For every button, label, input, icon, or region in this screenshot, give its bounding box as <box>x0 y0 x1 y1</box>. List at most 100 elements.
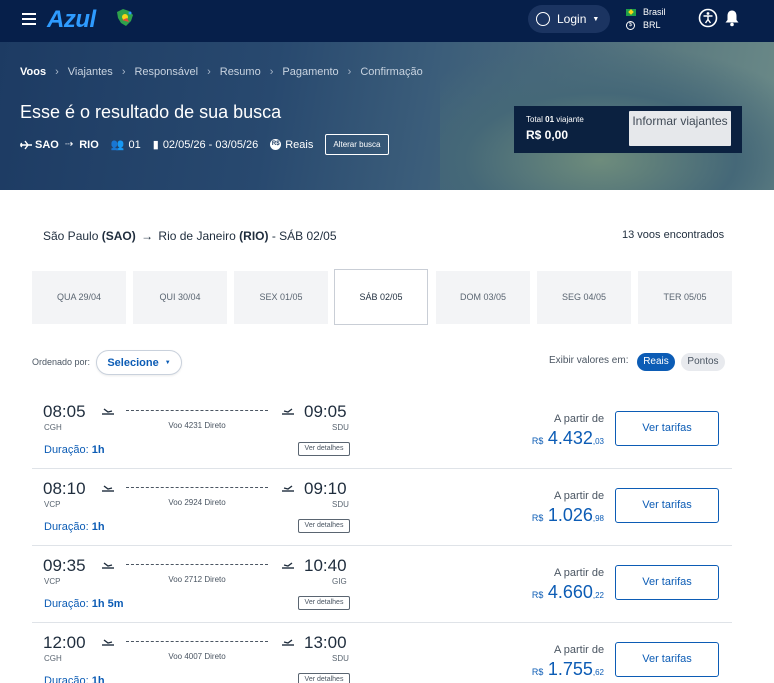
accessibility-icon[interactable] <box>698 8 718 28</box>
chevron-right-icon: › <box>347 66 352 78</box>
search-destination: RIO <box>79 138 99 151</box>
departure-airport-code: VCP <box>44 500 61 509</box>
route-date: - SÁB 02/05 <box>271 229 337 243</box>
breadcrumb-step-viajantes: Viajantes <box>67 66 113 78</box>
total-value: R$ 0,00 <box>526 128 569 142</box>
breadcrumb-step-voos[interactable]: Voos <box>20 66 46 78</box>
arrival-time: 10:40 <box>304 556 347 575</box>
date-tab-seg-04-05[interactable]: SEG 04/05 <box>537 271 631 324</box>
date-tab-qua-29-04[interactable]: QUA 29/04 <box>32 271 126 324</box>
menu-icon[interactable] <box>22 13 36 25</box>
display-values-label: Exibir valores em: <box>549 355 629 366</box>
top-nav: Azul Login ▼ Brasil $ BRL <box>0 0 774 42</box>
arrow-right-icon: → <box>141 229 154 243</box>
sort-select[interactable]: Selecione ▼ <box>96 350 182 375</box>
arrival-airport-code: SDU <box>332 500 349 509</box>
view-fares-button[interactable]: Ver tarifas <box>615 565 719 600</box>
azul-logo[interactable]: Azul <box>47 6 96 34</box>
chevron-right-icon: › <box>121 66 126 78</box>
date-tab-sab-02-05[interactable]: SÁB 02/05 <box>334 269 428 325</box>
flights-found-count: 13 voos encontrados <box>622 229 725 241</box>
user-icon <box>536 12 550 26</box>
date-tab-dom-03-05[interactable]: DOM 03/05 <box>436 271 530 324</box>
date-tab-qui-30-04[interactable]: QUI 30/04 <box>133 271 227 324</box>
locale-selector[interactable]: Brasil $ BRL <box>626 6 666 32</box>
route-arrow-icon: ⇢ <box>64 139 74 150</box>
flight-number: Voo 2712 Direto <box>168 575 226 584</box>
takeoff-icon <box>101 404 115 415</box>
takeoff-icon <box>101 635 115 646</box>
search-origin: SAO <box>35 138 59 151</box>
breadcrumb-step-pagamento: Pagamento <box>282 66 339 78</box>
price-from-label: A partir de <box>554 413 605 425</box>
chevron-right-icon: › <box>55 66 59 78</box>
price-from-label: A partir de <box>554 644 605 656</box>
search-dates: 02/05/26 - 03/05/26 <box>162 138 259 151</box>
arrival-airport-code: GIG <box>332 577 347 586</box>
flight-number: Voo 2924 Direto <box>168 498 226 507</box>
takeoff-icon <box>101 558 115 569</box>
route-line <box>126 641 268 642</box>
total-label: Total 01 viajante <box>526 115 584 124</box>
brazil-map-logo-icon <box>117 9 133 26</box>
page-title: Esse é o resultado de sua busca <box>20 102 282 122</box>
price-from-label: A partir de <box>554 567 605 579</box>
alter-search-button[interactable]: Alterar busca <box>325 134 389 155</box>
arrival-airport-code: SDU <box>332 423 349 432</box>
departure-time: 08:05 <box>43 402 86 421</box>
view-details-button[interactable]: Ver detalhes <box>298 673 350 683</box>
departure-airport-code: CGH <box>44 654 62 663</box>
passengers-icon: 👥 <box>110 139 125 151</box>
flight-row: 09:35 VCP Voo 2712 Direto 10:40 GIG Dura… <box>32 546 732 623</box>
display-pontos-toggle[interactable]: Pontos <box>681 353 725 371</box>
arrival-time: 09:05 <box>304 402 347 421</box>
country-label: Brasil <box>643 7 666 17</box>
notification-bell-icon[interactable] <box>724 9 740 27</box>
breadcrumb-step-confirmacao: Confirmação <box>360 66 423 78</box>
view-details-button[interactable]: Ver detalhes <box>298 596 350 610</box>
date-tab-ter-05-05[interactable]: TER 05/05 <box>638 271 732 324</box>
flight-row: 08:10 VCP Voo 2924 Direto 09:10 SDU Dura… <box>32 469 732 546</box>
chevron-down-icon: ▼ <box>592 15 600 23</box>
breadcrumb: Voos › Viajantes › Responsável › Resumo … <box>20 66 423 78</box>
flight-duration: Duração: 1h <box>44 675 105 683</box>
flight-duration: Duração: 1h <box>44 521 105 533</box>
route-header: São Paulo (SAO) → Rio de Janeiro (RIO) -… <box>43 229 337 243</box>
login-button[interactable]: Login ▼ <box>528 5 610 33</box>
departure-airport-code: VCP <box>44 577 61 586</box>
departure-airport-code: CGH <box>44 423 62 432</box>
route-line <box>126 410 268 411</box>
flight-duration: Duração: 1h <box>44 444 105 456</box>
flight-row: 12:00 CGH Voo 4007 Direto 13:00 SDU Dura… <box>32 623 732 683</box>
route-origin-city: São Paulo <box>43 229 99 243</box>
flight-row: 08:05 CGH Voo 4231 Direto 09:05 SDU Dura… <box>32 392 732 469</box>
landing-icon <box>281 481 295 492</box>
arrival-airport-code: SDU <box>332 654 349 663</box>
calendar-icon: ▮ <box>152 139 159 151</box>
brazil-flag-icon <box>626 9 636 16</box>
display-reais-toggle[interactable]: Reais <box>637 353 675 371</box>
flight-number: Voo 4231 Direto <box>168 421 226 430</box>
view-fares-button[interactable]: Ver tarifas <box>615 488 719 523</box>
flight-duration: Duração: 1h 5m <box>44 598 124 610</box>
inform-travelers-button[interactable]: Informar viajantes <box>629 111 731 146</box>
route-origin-code: (SAO) <box>101 229 136 243</box>
view-fares-button[interactable]: Ver tarifas <box>615 411 719 446</box>
login-label: Login <box>557 12 587 26</box>
view-details-button[interactable]: Ver detalhes <box>298 519 350 533</box>
breadcrumb-step-responsavel: Responsável <box>134 66 199 78</box>
arrival-time: 09:10 <box>304 479 347 498</box>
route-dest-city: Rio de Janeiro <box>158 229 236 243</box>
view-fares-button[interactable]: Ver tarifas <box>615 642 719 677</box>
view-details-button[interactable]: Ver detalhes <box>298 442 350 456</box>
date-tab-sex-01-05[interactable]: SEX 01/05 <box>234 271 328 324</box>
route-line <box>126 487 268 488</box>
route-line <box>126 564 268 565</box>
search-summary: SAO ⇢ RIO 👥 01 ▮ 02/05/26 - 03/05/26 R$ … <box>20 134 389 155</box>
currency-mode-icon: R$ <box>270 139 282 150</box>
flight-number: Voo 4007 Direto <box>168 652 226 661</box>
sort-select-value: Selecione <box>107 356 159 369</box>
sort-label: Ordenado por: <box>32 357 91 367</box>
breadcrumb-step-resumo: Resumo <box>219 66 261 78</box>
airplane-icon <box>20 140 32 149</box>
